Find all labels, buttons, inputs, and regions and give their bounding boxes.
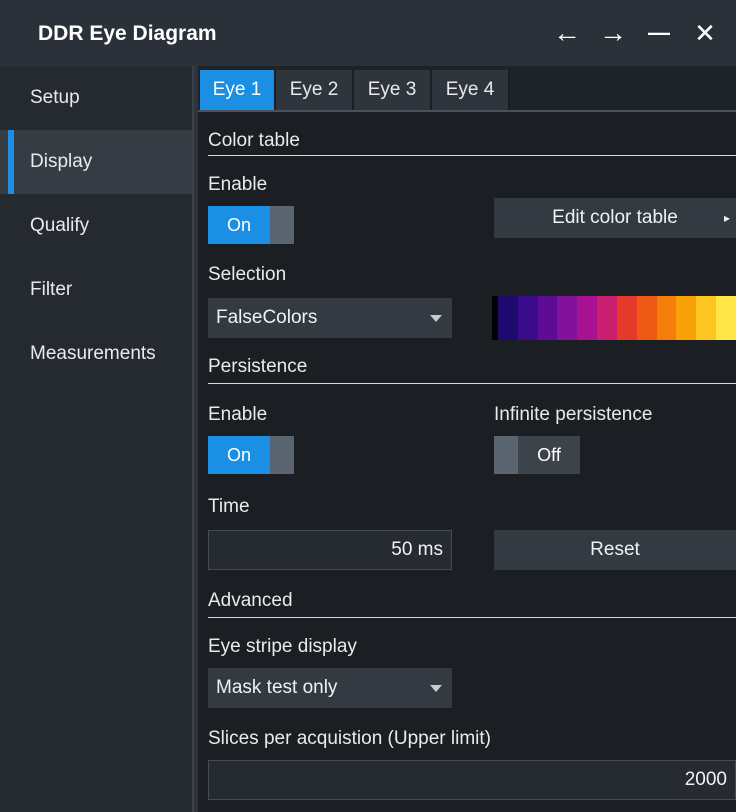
section-title-color-table: Color table <box>208 130 300 151</box>
section-divider <box>208 617 736 618</box>
color-swatch <box>557 296 578 340</box>
toggle-knob <box>270 436 294 474</box>
tab-eye-2[interactable]: Eye 2 <box>276 70 354 110</box>
slices-per-acquisition-input[interactable]: 2000 <box>208 760 736 800</box>
color-swatch <box>676 296 697 340</box>
dropdown-value: Mask test only <box>216 677 338 698</box>
persistence-enable-toggle[interactable]: On <box>208 436 294 474</box>
color-selection-dropdown[interactable]: FalseColors <box>208 298 452 338</box>
color-swatch <box>498 296 518 340</box>
persistence-enable-label: Enable <box>208 404 268 425</box>
sidebar-item-label: Measurements <box>30 343 156 364</box>
color-table-preview <box>492 296 736 340</box>
sidebar-item-label: Filter <box>30 279 73 300</box>
tab-eye-3[interactable]: Eye 3 <box>354 70 432 110</box>
edit-color-table-button[interactable]: Edit color table ▸ <box>494 198 736 238</box>
forward-arrow-icon[interactable]: → <box>594 14 632 52</box>
color-table-enable-label: Enable <box>208 174 268 195</box>
color-swatch <box>517 296 538 340</box>
color-swatch <box>636 296 657 340</box>
tab-eye-1[interactable]: Eye 1 <box>200 70 276 110</box>
time-label: Time <box>208 496 250 517</box>
slices-per-acquisition-label: Slices per acquistion (Upper limit) <box>208 728 491 749</box>
edit-color-table-label: Edit color table <box>552 207 678 228</box>
infinite-persistence-label: Infinite persistence <box>494 404 653 425</box>
sidebar-item-filter[interactable]: Filter <box>0 258 192 322</box>
close-icon[interactable]: ✕ <box>686 14 724 52</box>
tab-bar: Eye 1 Eye 2 Eye 3 Eye 4 <box>198 66 736 112</box>
toggle-state: On <box>208 436 270 474</box>
tab-eye-4[interactable]: Eye 4 <box>432 70 510 110</box>
back-arrow-icon[interactable]: ← <box>548 14 586 52</box>
content-panel: Eye 1 Eye 2 Eye 3 Eye 4 Color table Enab… <box>198 66 736 812</box>
selection-label: Selection <box>208 264 287 285</box>
sidebar-item-display[interactable]: Display <box>0 130 192 194</box>
dropdown-value: FalseColors <box>216 307 318 328</box>
color-swatch <box>577 296 598 340</box>
section-divider <box>208 383 736 384</box>
chevron-down-icon <box>430 685 442 692</box>
sidebar-item-label: Qualify <box>30 215 90 236</box>
sidebar-item-label: Setup <box>30 87 80 108</box>
toggle-knob <box>494 436 518 474</box>
color-swatch <box>696 296 717 340</box>
eye-stripe-display-dropdown[interactable]: Mask test only <box>208 668 452 708</box>
color-swatch <box>716 296 736 340</box>
eye-stripe-display-label: Eye stripe display <box>208 636 357 657</box>
minimize-icon[interactable]: — <box>640 14 678 52</box>
color-table-enable-toggle[interactable]: On <box>208 206 294 244</box>
color-swatch <box>616 296 637 340</box>
sidebar-item-qualify[interactable]: Qualify <box>0 194 192 258</box>
toggle-knob <box>270 206 294 244</box>
sidebar-item-setup[interactable]: Setup <box>0 66 192 130</box>
sidebar-item-measurements[interactable]: Measurements <box>0 322 192 386</box>
infinite-persistence-toggle[interactable]: Off <box>494 436 580 474</box>
color-swatch <box>597 296 617 340</box>
submenu-arrow-icon: ▸ <box>723 211 730 225</box>
section-title-advanced: Advanced <box>208 590 293 611</box>
chevron-down-icon <box>430 315 442 322</box>
color-swatch <box>537 296 558 340</box>
title-bar: DDR Eye Diagram ← → — ✕ <box>0 0 736 66</box>
sidebar-item-label: Display <box>30 151 93 172</box>
reset-button[interactable]: Reset <box>494 530 736 570</box>
time-input[interactable]: 50 ms <box>208 530 452 570</box>
color-swatch <box>656 296 677 340</box>
toggle-state: Off <box>518 436 580 474</box>
toggle-state: On <box>208 206 270 244</box>
section-divider <box>208 155 736 156</box>
window-title: DDR Eye Diagram <box>38 22 217 45</box>
section-title-persistence: Persistence <box>208 356 308 377</box>
sidebar: Setup Display Qualify Filter Measurement… <box>0 66 192 812</box>
